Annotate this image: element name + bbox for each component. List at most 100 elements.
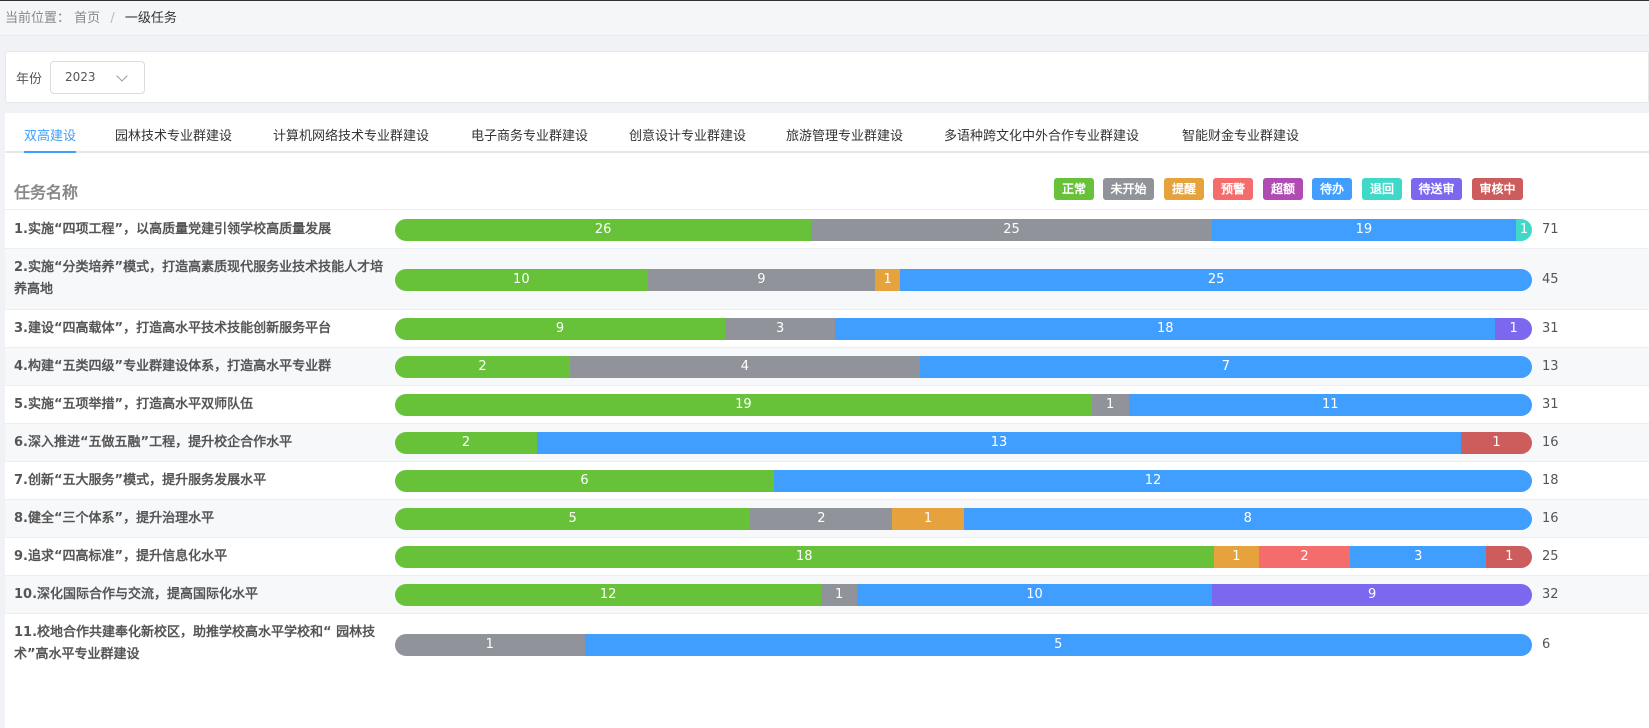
year-select-value: 2023 [65, 70, 96, 84]
task-total: 32 [1542, 587, 1559, 602]
bar-segment-todo[interactable]: 5 [584, 634, 1532, 656]
legend-normal: 正常 [1054, 178, 1094, 200]
bar-segment-returned[interactable]: 1 [1515, 219, 1532, 241]
bar-segment-todo[interactable]: 13 [537, 432, 1461, 454]
chevron-down-icon [116, 70, 128, 82]
table-header-task-name: 任务名称 [14, 183, 79, 202]
task-status-bar: 18 1 2 3 1 [395, 546, 1532, 568]
breadcrumb-current: 一级任务 [124, 11, 177, 26]
legend-overdue: 超额 [1263, 178, 1303, 200]
task-status-bar: 10 9 1 25 [395, 269, 1532, 291]
breadcrumb-prefix: 当前位置： [5, 11, 71, 26]
task-status-bar: 5218 [395, 508, 1532, 530]
bar-segment-not-started[interactable]: 3 [725, 318, 836, 340]
task-total: 25 [1542, 549, 1559, 564]
bar-segment-todo[interactable]: 18 [835, 318, 1496, 340]
task-name: 3.建设“四高载体”，打造高水平技术技能创新服务平台 [14, 321, 332, 336]
bar-segment-remind[interactable]: 1 [1213, 546, 1260, 568]
task-status-bar: 2 13 1 [395, 432, 1532, 454]
bar-segment-todo[interactable]: 19 [1211, 219, 1516, 241]
task-status-bar: 247 [395, 356, 1532, 378]
bar-segment-remind[interactable]: 1 [892, 508, 964, 530]
task-status-bar: 12 1 10 9 [395, 584, 1532, 606]
bar-segment-todo[interactable]: 10 [856, 584, 1213, 606]
tab-finance[interactable]: 智能财金专业群建设 [1182, 125, 1299, 153]
bar-segment-todo[interactable]: 12 [774, 470, 1532, 492]
bar-segment-pending-send[interactable]: 1 [1495, 318, 1532, 340]
bar-segment-reviewing[interactable]: 1 [1460, 432, 1532, 454]
legend-remind: 提醒 [1164, 178, 1204, 200]
tab-multilingual[interactable]: 多语种跨文化中外合作专业群建设 [944, 125, 1139, 153]
task-name: 6.深入推进“五做五融”工程，提升校企合作水平 [14, 435, 293, 450]
task-total: 18 [1542, 473, 1559, 488]
task-name: 9.追求“四高标准”，提升信息化水平 [14, 549, 228, 564]
bar-segment-not-started[interactable]: 4 [569, 356, 920, 378]
bar-segment-normal[interactable]: 5 [395, 508, 751, 530]
task-total: 13 [1542, 359, 1559, 374]
bar-segment-normal[interactable]: 9 [395, 318, 726, 340]
bar-segment-normal[interactable]: 2 [395, 432, 538, 454]
task-total: 71 [1542, 222, 1559, 237]
breadcrumb-home-link[interactable]: 首页 [74, 11, 100, 26]
task-row[interactable]: 7.创新“五大服务”模式，提升服务发展水平 6 12 18 [5, 461, 1649, 499]
task-row[interactable]: 6.深入推进“五做五融”工程，提升校企合作水平 2 13 1 16 [5, 423, 1649, 461]
bar-segment-todo[interactable]: 7 [919, 356, 1532, 378]
year-select[interactable]: 2023 [50, 61, 145, 94]
task-row[interactable]: 5.实施“五项举措”，打造高水平双师队伍 19 1 11 31 [5, 385, 1649, 423]
bar-segment-not-started[interactable]: 1 [821, 584, 857, 606]
task-total: 6 [1542, 637, 1551, 652]
bar-segment-remind[interactable]: 1 [875, 269, 901, 291]
bar-segment-not-started[interactable]: 1 [395, 634, 585, 656]
bar-segment-reviewing[interactable]: 1 [1486, 546, 1532, 568]
bar-segment-not-started[interactable]: 1 [1091, 394, 1129, 416]
breadcrumb-separator: / [110, 11, 115, 26]
task-row[interactable]: 9.追求“四高标准”，提升信息化水平 18 1 2 3 1 25 [5, 537, 1649, 575]
task-name: 10.深化国际合作与交流，提高国际化水平 [14, 587, 259, 602]
task-panel: 双高建设 园林技术专业群建设 计算机网络技术专业群建设 电子商务专业群建设 创意… [5, 113, 1649, 728]
task-row[interactable]: 10.深化国际合作与交流，提高国际化水平 12 1 10 9 32 [5, 575, 1649, 613]
task-row[interactable]: 11.校地合作共建奉化新校区，助推学校高水平学校和“ 园林技术”高水平专业群建设… [5, 613, 1649, 674]
task-total: 31 [1542, 321, 1559, 336]
bar-segment-normal[interactable]: 18 [395, 546, 1214, 568]
bar-segment-not-started[interactable]: 2 [750, 508, 893, 530]
bar-segment-todo[interactable]: 11 [1128, 394, 1532, 416]
bar-segment-normal[interactable]: 19 [395, 394, 1092, 416]
task-name: 4.构建“五类四级”专业群建设体系，打造高水平专业群 [14, 359, 332, 374]
legend-returned: 退回 [1362, 178, 1402, 200]
task-status-bar: 15 [395, 634, 1532, 656]
tab-landscape[interactable]: 园林技术专业群建设 [115, 125, 232, 153]
bar-segment-normal[interactable]: 12 [395, 584, 822, 606]
bar-segment-todo[interactable]: 25 [900, 269, 1532, 291]
tab-ecommerce[interactable]: 电子商务专业群建设 [471, 125, 588, 153]
task-name: 2.实施“分类培养”模式，打造高素质现代服务业技术技能人才培养高地 [14, 260, 384, 297]
task-row[interactable]: 1.实施“四项工程”，以高质量党建引领学校高质量发展 26 25 19 1 71 [5, 209, 1649, 248]
legend-pending-send: 待送审 [1411, 178, 1462, 200]
bar-segment-warning[interactable]: 2 [1259, 546, 1351, 568]
task-row[interactable]: 8.健全“三个体系”，提升治理水平 5 2 1 8 16 [5, 499, 1649, 537]
task-total: 31 [1542, 397, 1559, 412]
bar-segment-pending-send[interactable]: 9 [1212, 584, 1532, 606]
bar-segment-todo[interactable]: 3 [1350, 546, 1487, 568]
bar-segment-todo[interactable]: 8 [963, 508, 1532, 530]
tab-tourism[interactable]: 旅游管理专业群建设 [786, 125, 903, 153]
task-name: 8.健全“三个体系”，提升治理水平 [14, 511, 215, 526]
task-row[interactable]: 3.建设“四高载体”，打造高水平技术技能创新服务平台 9 3 18 1 31 [5, 309, 1649, 347]
task-total: 16 [1542, 511, 1559, 526]
year-label: 年份 [16, 72, 43, 87]
task-total: 16 [1542, 435, 1559, 450]
bar-segment-normal[interactable]: 6 [395, 470, 774, 492]
tab-shuanggao[interactable]: 双高建设 [24, 125, 77, 153]
tab-network[interactable]: 计算机网络技术专业群建设 [273, 125, 429, 153]
task-row[interactable]: 2.实施“分类培养”模式，打造高素质现代服务业技术技能人才培养高地 10 9 1 25 4… [5, 248, 1649, 309]
legend-not-started: 未开始 [1103, 178, 1154, 200]
bar-segment-normal[interactable]: 26 [395, 219, 812, 241]
tab-bar: 双高建设 园林技术专业群建设 计算机网络技术专业群建设 电子商务专业群建设 创意… [5, 113, 1649, 153]
bar-segment-not-started[interactable]: 9 [647, 269, 876, 291]
task-row[interactable]: 4.构建“五类四级”专业群建设体系，打造高水平专业群 2 4 7 13 [5, 347, 1649, 385]
bar-segment-not-started[interactable]: 25 [811, 219, 1212, 241]
legend-reviewing: 审核中 [1472, 178, 1523, 200]
legend-todo: 待办 [1312, 178, 1352, 200]
bar-segment-normal[interactable]: 2 [395, 356, 570, 378]
tab-creative-design[interactable]: 创意设计专业群建设 [629, 125, 746, 153]
bar-segment-normal[interactable]: 10 [395, 269, 648, 291]
